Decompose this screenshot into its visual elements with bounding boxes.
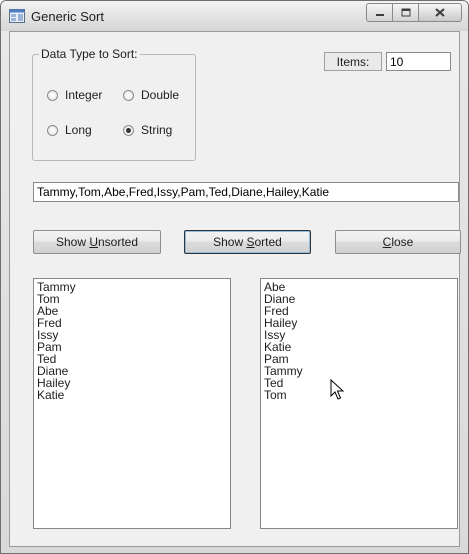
- list-item[interactable]: Pam: [37, 341, 227, 353]
- title-bar[interactable]: Generic Sort: [1, 1, 468, 31]
- mouse-pointer-icon: [330, 379, 344, 400]
- show-unsorted-button[interactable]: Show Unsorted: [33, 230, 161, 254]
- list-item[interactable]: Tom: [264, 389, 454, 401]
- show-unsorted-label-prefix: Show: [55, 235, 90, 249]
- unsorted-listbox[interactable]: Tammy Tom Abe Fred Issy Pam Ted Diane Ha…: [33, 278, 231, 529]
- window-title: Generic Sort: [31, 9, 104, 24]
- list-item[interactable]: Fred: [37, 317, 227, 329]
- radio-checked-icon: [123, 124, 134, 136]
- data-type-group: Data Type to Sort: Integer Double Long S…: [32, 47, 196, 161]
- radio-circle-icon: [123, 89, 134, 101]
- radio-long[interactable]: Long: [47, 123, 92, 137]
- show-unsorted-label-suffix: nsorted: [98, 235, 139, 249]
- app-window: Generic Sort Data Type to Sort: Integer …: [0, 0, 469, 554]
- list-item[interactable]: Hailey: [37, 377, 227, 389]
- list-item[interactable]: Tom: [37, 293, 227, 305]
- group-legend: Data Type to Sort:: [39, 47, 140, 61]
- list-item[interactable]: Katie: [264, 341, 454, 353]
- list-item[interactable]: Katie: [37, 389, 227, 401]
- list-item[interactable]: Hailey: [264, 317, 454, 329]
- sorted-listbox[interactable]: Abe Diane Fred Hailey Issy Katie Pam Tam…: [260, 278, 458, 529]
- radio-integer[interactable]: Integer: [47, 88, 102, 102]
- close-mnemonic: C: [382, 235, 392, 249]
- close-label-suffix: lose: [391, 235, 414, 249]
- show-unsorted-mnemonic: U: [89, 235, 98, 249]
- radio-circle-icon: [47, 124, 58, 136]
- radio-string-label: String: [141, 123, 173, 137]
- radio-double-label: Double: [141, 88, 180, 102]
- close-window-button[interactable]: [418, 3, 462, 22]
- caption-buttons: [366, 3, 462, 23]
- list-item[interactable]: Issy: [264, 329, 454, 341]
- radio-circle-icon: [47, 89, 58, 101]
- list-item[interactable]: Abe: [37, 305, 227, 317]
- radio-double[interactable]: Double: [123, 88, 179, 102]
- maximize-icon: [401, 8, 410, 17]
- show-sorted-label-suffix: orted: [254, 235, 282, 249]
- close-icon: [435, 8, 445, 17]
- data-values-input[interactable]: [33, 182, 459, 202]
- items-label: Items:: [324, 52, 382, 71]
- list-item[interactable]: Tammy: [264, 365, 454, 377]
- show-sorted-button[interactable]: Show Sorted: [184, 230, 311, 254]
- radio-long-label: Long: [65, 123, 92, 137]
- close-button[interactable]: Close: [335, 230, 461, 254]
- app-icon: [9, 9, 25, 23]
- show-sorted-mnemonic: S: [246, 235, 255, 249]
- list-item[interactable]: Diane: [264, 293, 454, 305]
- items-count-input[interactable]: [386, 52, 451, 71]
- radio-string[interactable]: String: [123, 123, 172, 137]
- list-item[interactable]: Tammy: [37, 281, 227, 293]
- list-item[interactable]: Issy: [37, 329, 227, 341]
- show-sorted-label-prefix: Show: [213, 235, 247, 249]
- minimize-button[interactable]: [366, 3, 392, 22]
- form-client-area: Data Type to Sort: Integer Double Long S…: [9, 31, 461, 547]
- radio-integer-label: Integer: [65, 88, 103, 102]
- minimize-icon: [375, 13, 384, 16]
- maximize-button[interactable]: [392, 3, 418, 22]
- list-item[interactable]: Ted: [264, 377, 454, 389]
